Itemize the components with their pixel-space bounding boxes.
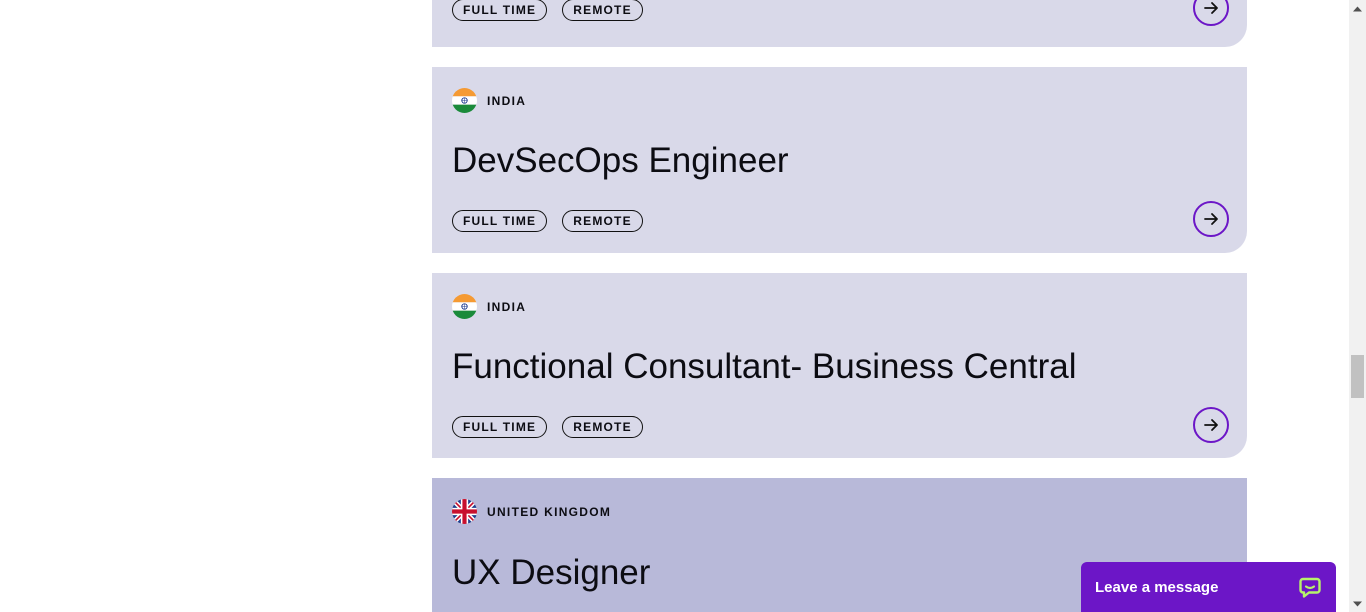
job-card[interactable]: FULL TIME REMOTE [432, 0, 1247, 47]
job-location-tag: REMOTE [562, 0, 643, 21]
country-label: UNITED KINGDOM [487, 504, 612, 519]
job-country: INDIA [452, 88, 526, 113]
chevron-up-icon [1353, 6, 1362, 11]
job-tags: FULL TIME REMOTE [452, 210, 643, 232]
job-location-tag: REMOTE [562, 210, 643, 232]
job-card[interactable]: INDIA Functional Consultant- Business Ce… [432, 273, 1247, 458]
arrow-right-icon [1204, 213, 1218, 225]
chat-bubble-icon [1299, 577, 1321, 598]
chevron-down-icon [1353, 601, 1362, 606]
arrow-right-icon [1204, 419, 1218, 431]
country-label: INDIA [487, 93, 527, 108]
country-label: INDIA [487, 299, 527, 314]
job-title[interactable]: UX Designer [452, 553, 650, 593]
scroll-down-button[interactable] [1349, 595, 1366, 612]
vertical-scrollbar[interactable] [1349, 0, 1366, 612]
scrollbar-thumb[interactable] [1351, 355, 1364, 398]
job-tags: FULL TIME REMOTE [452, 416, 643, 438]
arrow-right-icon [1204, 2, 1218, 14]
job-type-tag: FULL TIME [452, 0, 548, 21]
india-flag-icon [452, 88, 477, 113]
india-flag-icon [452, 294, 477, 319]
view-job-button[interactable] [1193, 407, 1229, 443]
uk-flag-icon [452, 499, 477, 524]
job-location-tag: REMOTE [562, 416, 643, 438]
job-title[interactable]: Functional Consultant- Business Central [452, 347, 1076, 387]
job-card[interactable]: INDIA DevSecOps Engineer FULL TIME REMOT… [432, 67, 1247, 253]
job-country: INDIA [452, 294, 526, 319]
view-job-button[interactable] [1193, 0, 1229, 26]
job-type-tag: FULL TIME [452, 210, 548, 232]
chat-label: Leave a message [1095, 578, 1219, 596]
job-tags: FULL TIME REMOTE [452, 0, 643, 21]
leave-message-button[interactable]: Leave a message [1081, 562, 1336, 612]
job-country: UNITED KINGDOM [452, 499, 611, 524]
job-type-tag: FULL TIME [452, 416, 548, 438]
view-job-button[interactable] [1193, 201, 1229, 237]
scroll-up-button[interactable] [1349, 0, 1366, 17]
job-title[interactable]: DevSecOps Engineer [452, 141, 789, 181]
